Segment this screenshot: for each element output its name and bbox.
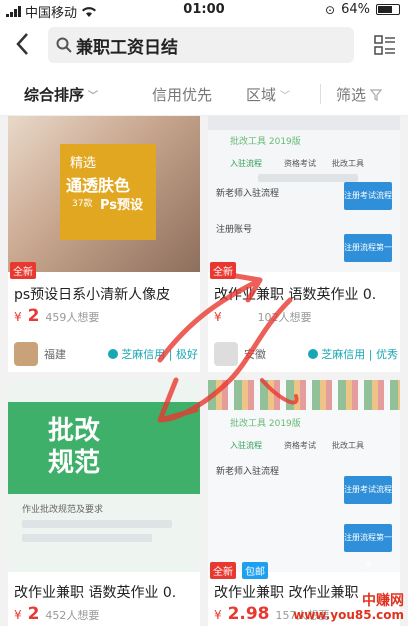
chevron-down-icon: ﹀ (280, 91, 291, 102)
cover-subtext: 作业批改规范及要求 (22, 505, 104, 515)
cover-band (8, 402, 200, 494)
doc-step: 注册账号 (216, 225, 253, 235)
credit-badge: 芝麻信用 | 优秀 (308, 346, 398, 362)
avatar[interactable] (214, 342, 238, 366)
doc-step: 新老师入驻流程 (216, 467, 280, 477)
price-value: 2 (27, 306, 40, 326)
product-price: ¥ 2 452人想要 (14, 604, 99, 624)
sesame-credit-icon (108, 349, 119, 359)
want-count: 452人想要 (45, 609, 100, 622)
orientation-lock-icon: ⊙ (325, 2, 336, 17)
doc-step: 新老师入驻流程 (216, 189, 280, 199)
avatar[interactable] (14, 342, 38, 366)
seller-row: 安徽 芝麻信用 | 优秀 (214, 342, 398, 366)
cover-text: 规范 (48, 448, 101, 478)
watermark: 中赚网 www.you85.com (293, 594, 404, 622)
seller-location: 福建 (44, 348, 66, 361)
doc-line (22, 534, 152, 542)
sort-comprehensive[interactable]: 综合排序 ﹀ (24, 84, 98, 105)
want-count: 459人想要 (45, 311, 100, 324)
price-value: 2.98 (227, 604, 270, 624)
battery-icon (376, 4, 400, 15)
credit-badge: 芝麻信用 | 极好 (108, 346, 198, 362)
product-price: ¥ 102人想要 (214, 306, 312, 326)
divider (320, 84, 321, 104)
status-bar: 中国移动 01:00 ⊙ 64% (0, 0, 408, 21)
back-button[interactable] (8, 30, 36, 60)
watermark-name: 中赚网 (362, 593, 404, 609)
price-value: 2 (27, 604, 40, 624)
doc-label: 资格考试 (284, 441, 316, 450)
product-price: ¥ 2 459人想要 (14, 306, 99, 326)
layout-toggle-icon[interactable] (374, 34, 396, 56)
doc-line (22, 520, 172, 528)
filter-button[interactable]: 筛选 (336, 84, 383, 105)
doc-heading: 批改工具 2019版 (230, 419, 301, 429)
doc-label: 入驻流程 (230, 159, 262, 168)
seller-location: 安徽 (244, 348, 266, 361)
new-badge: 全新 (10, 262, 36, 279)
product-image: 精选 通透肤色 37款 Ps预设 (8, 116, 200, 272)
currency-symbol: ¥ (14, 608, 22, 622)
sort-credit-label: 信用优先 (152, 86, 213, 104)
doc-button: 注册流程第一步 (344, 234, 392, 280)
product-card[interactable]: 批改工具 2019版 入驻流程 资格考试 批改工具 新老师入驻流程 注册考试流程… (208, 116, 400, 372)
search-query: 兼职工资日结 (76, 37, 178, 58)
product-title: 改作业兼职 语数英作业 0. (14, 585, 177, 601)
currency-symbol: ¥ (214, 310, 222, 324)
sort-credit-first[interactable]: 信用优先 (152, 84, 212, 105)
product-image: 批改工具 2019版 入驻流程 资格考试 批改工具 新老师入驻流程 注册考试流程… (208, 116, 400, 280)
new-badge: 全新 (210, 262, 236, 279)
status-right: ⊙ 64% (325, 2, 400, 17)
search-icon (56, 37, 72, 53)
cover-text: Ps预设 (100, 198, 144, 213)
battery-percent: 64% (341, 2, 370, 17)
doc-label: 批改工具 (332, 159, 364, 168)
cover-text: 37款 (72, 199, 93, 209)
doc-label: 批改工具 (332, 441, 364, 450)
doc-button: 注册考试流程 (344, 182, 392, 210)
sort-bar: 综合排序 ﹀ 信用优先 区域 ﹀ 筛选 (0, 72, 408, 116)
sort-region[interactable]: 区域 ﹀ (246, 84, 290, 105)
new-badge: 全新 (210, 562, 236, 579)
free-shipping-badge: 包邮 (242, 562, 268, 579)
doc-button: 注册流程第一步 (344, 524, 392, 570)
filter-icon (370, 88, 383, 101)
product-card[interactable]: 批改 规范 作业批改规范及要求 改作业兼职 语数英作业 0. ¥ 2 452人想要 (8, 380, 200, 626)
doc-heading: 批改工具 2019版 (230, 137, 301, 147)
doc-button: 注册考试流程 (344, 476, 392, 504)
want-count: 102人想要 (257, 311, 312, 324)
search-input[interactable]: 兼职工资日结 (48, 27, 354, 63)
search-header: 兼职工资日结 (0, 20, 408, 72)
cover-text: 精选 (70, 156, 97, 171)
product-title: 改作业兼职 语数英作业 0. (214, 287, 377, 303)
credit-text: 芝麻信用 | 优秀 (321, 348, 398, 361)
cover-text: 通透肤色 (66, 176, 131, 195)
back-arrow-icon (16, 33, 28, 55)
sesame-credit-icon (308, 349, 319, 359)
watermark-url: www.you85.com (293, 608, 404, 622)
seller-row: 福建 芝麻信用 | 极好 (14, 342, 198, 366)
credit-text: 芝麻信用 | 极好 (121, 348, 198, 361)
doc-label: 资格考试 (284, 159, 316, 168)
currency-symbol: ¥ (214, 608, 222, 622)
floral-border (208, 380, 400, 410)
product-image: 批改 规范 作业批改规范及要求 (8, 380, 200, 572)
product-image: 批改工具 2019版 入驻流程 资格考试 批改工具 新老师入驻流程 注册考试流程… (208, 380, 400, 572)
product-title: ps预设日系小清新人像皮 (14, 287, 171, 303)
currency-symbol: ¥ (14, 310, 22, 324)
chevron-down-icon: ﹀ (88, 91, 99, 102)
sort-comprehensive-label: 综合排序 (24, 86, 85, 104)
doc-line (258, 174, 358, 182)
product-card[interactable]: 精选 通透肤色 37款 Ps预设 全新 ps预设日系小清新人像皮 ¥ 2 459人… (8, 116, 200, 372)
doc-label: 入驻流程 (230, 441, 262, 450)
product-card[interactable]: 批改工具 2019版 入驻流程 资格考试 批改工具 新老师入驻流程 注册考试流程… (208, 380, 400, 626)
doc-header-bar (208, 116, 400, 130)
filter-label: 筛选 (336, 86, 367, 104)
sort-region-label: 区域 (246, 86, 277, 104)
